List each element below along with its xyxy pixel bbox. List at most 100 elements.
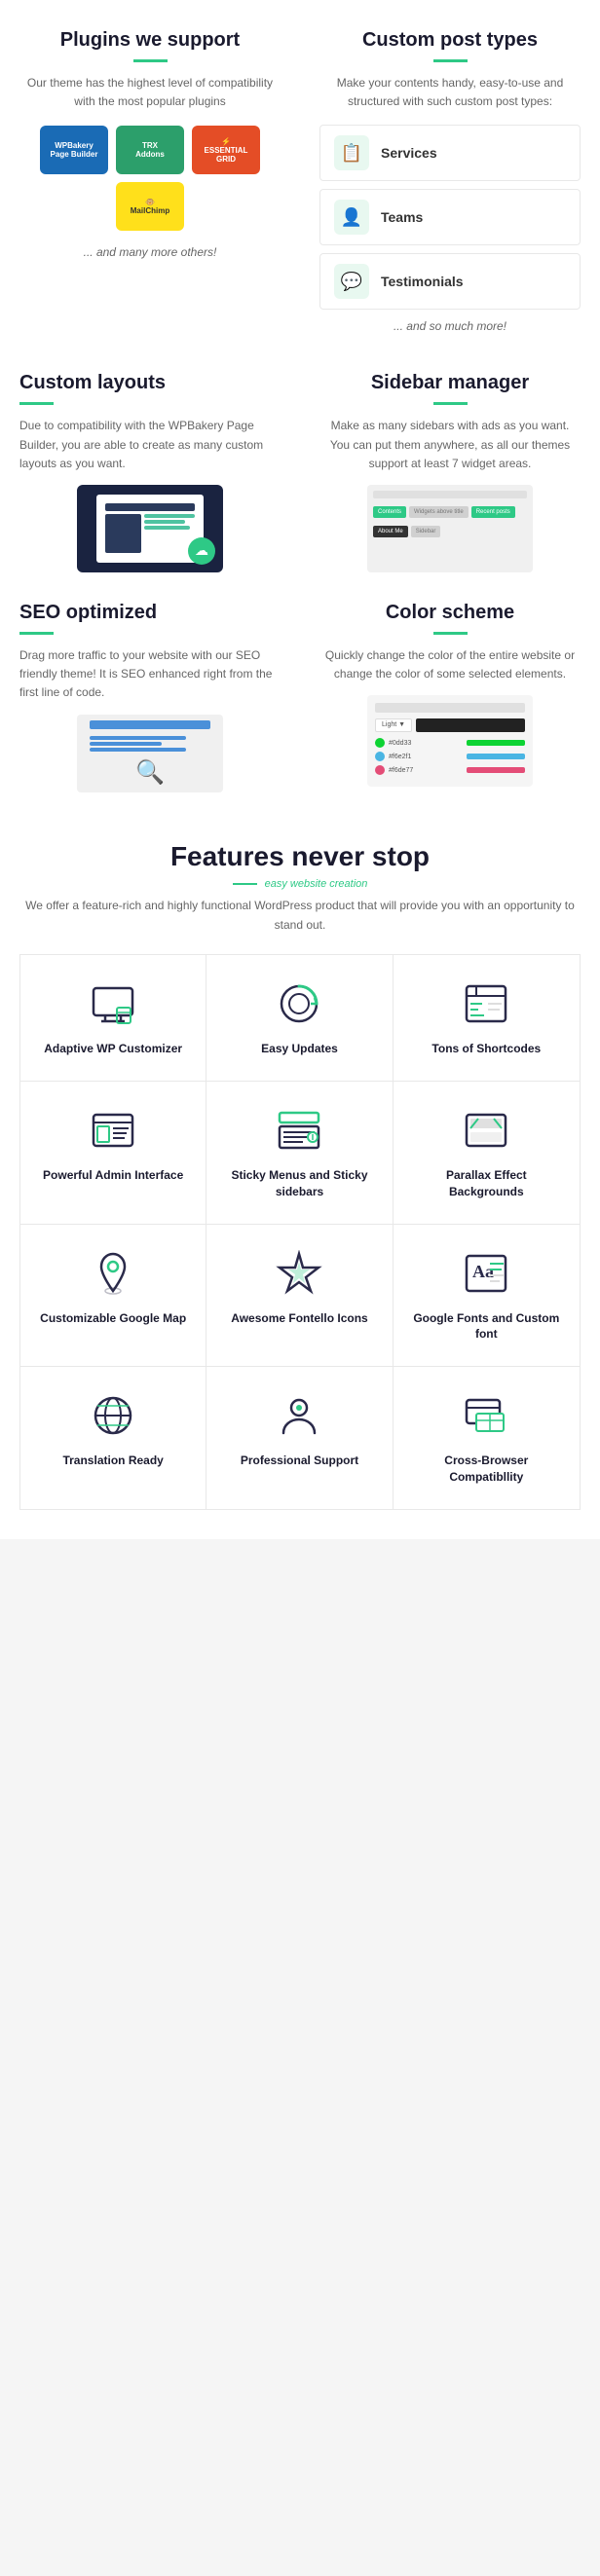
seo-line-2 <box>90 742 163 746</box>
sidebar-row-1: Contents Widgets above title Recent post… <box>373 506 527 518</box>
cpt-icon-teams: 👤 <box>334 200 369 235</box>
layout-content-line-2 <box>144 520 185 524</box>
color-swatch-2: #f6e2f1 <box>375 752 525 761</box>
sidebar-btn-contents: Contents <box>373 506 406 518</box>
seo-lines <box>90 736 210 752</box>
cpt-desc: Make your contents handy, easy-to-use an… <box>319 74 581 111</box>
sidebar-manager-title: Sidebar manager <box>319 372 581 394</box>
plugins-desc: Our theme has the highest level of compa… <box>19 74 281 111</box>
plugin-mailchimp: 🐵MailChimp <box>116 182 184 231</box>
feature-label-fontello: Awesome Fontello Icons <box>222 1310 376 1327</box>
plugins-col: Plugins we support Our theme has the hig… <box>0 29 300 333</box>
feature-label-translation: Translation Ready <box>36 1453 190 1469</box>
sidebar-btn-sidebar: Sidebar <box>411 526 441 537</box>
color-code-3: #f6de77 <box>389 767 463 774</box>
cpt-icon-testimonials: 💬 <box>334 264 369 299</box>
top-section: Plugins we support Our theme has the hig… <box>0 0 600 352</box>
features-desc: We offer a feature-rich and highly funct… <box>19 896 581 936</box>
feature-icon-sticky <box>274 1105 324 1156</box>
layout-line-1 <box>105 503 195 511</box>
custom-layouts-divider <box>19 402 54 405</box>
color-scheme-col: Color scheme Quickly change the color of… <box>300 602 600 792</box>
feature-label-sticky: Sticky Menus and Sticky sidebars <box>222 1167 376 1200</box>
custom-layouts-title: Custom layouts <box>19 372 281 394</box>
plugin-trx: TRXAddons <box>116 126 184 174</box>
feature-translation: Translation Ready <box>20 1367 206 1509</box>
feature-map: Customizable Google Map <box>20 1225 206 1368</box>
feature-icon-adaptive <box>88 978 138 1029</box>
features-subtitle-row: easy website creation <box>19 878 581 890</box>
cpt-label-services: Services <box>381 145 437 161</box>
cpt-item-services: 📋 Services <box>319 125 581 181</box>
color-top-line <box>375 703 525 713</box>
color-swatch-1: #0dd33 <box>375 738 525 748</box>
color-swatch-3: #f6de77 <box>375 765 525 775</box>
color-scheme-title: Color scheme <box>319 602 581 624</box>
seo-title: SEO optimized <box>19 602 281 624</box>
custom-post-types-col: Custom post types Make your contents han… <box>300 29 600 333</box>
feature-parallax: Parallax Effect Backgrounds <box>394 1082 580 1225</box>
plugin-essential: ⚡ESSENTIALGRID <box>192 126 260 174</box>
feature-label-support: Professional Support <box>222 1453 376 1469</box>
color-scheme-divider <box>433 632 468 635</box>
plugins-divider <box>133 59 168 62</box>
seo-divider <box>19 632 54 635</box>
cpt-item-teams: 👤 Teams <box>319 189 581 245</box>
cpt-title: Custom post types <box>319 29 581 52</box>
sidebar-btn-recent: Recent posts <box>471 506 515 518</box>
feature-icon-support <box>274 1390 324 1441</box>
color-dot-3 <box>375 765 385 775</box>
sidebar-manager-col: Sidebar manager Make as many sidebars wi… <box>300 372 600 572</box>
plugins-title: Plugins we support <box>19 29 281 52</box>
seo-line-1 <box>90 736 186 740</box>
layout-content-line-3 <box>144 526 190 530</box>
mid-section: Custom layouts Due to compatibility with… <box>0 352 600 592</box>
feature-shortcodes: Tons of Shortcodes <box>394 955 580 1082</box>
color-code-2: #f6e2f1 <box>389 754 463 760</box>
layout-wp-icon: ☁ <box>188 537 215 565</box>
sidebar-manager-divider <box>433 402 468 405</box>
features-title: Features never stop <box>19 841 581 872</box>
color-code-1: #0dd33 <box>389 740 463 747</box>
custom-layouts-desc: Due to compatibility with the WPBakery P… <box>19 417 281 473</box>
feature-label-admin: Powerful Admin Interface <box>36 1167 190 1184</box>
lower-section: SEO optimized Drag more traffic to your … <box>0 592 600 812</box>
color-dot-1 <box>375 738 385 748</box>
feature-adaptive-wp: Adaptive WP Customizer <box>20 955 206 1082</box>
feature-icon-shortcodes <box>461 978 511 1029</box>
cpt-icon-services: 📋 <box>334 135 369 170</box>
sidebar-manager-desc: Make as many sidebars with ads as you wa… <box>319 417 581 473</box>
plugin-wpbakery: WPBakeryPage Builder <box>40 126 108 174</box>
feature-admin: Powerful Admin Interface <box>20 1082 206 1225</box>
feature-icon-updates <box>274 978 324 1029</box>
features-grid: Adaptive WP Customizer Easy Updates <box>19 954 581 1510</box>
color-select-light[interactable]: Light ▼ <box>375 718 412 732</box>
cpt-item-testimonials: 💬 Testimonials <box>319 253 581 310</box>
layout-line-group <box>105 514 195 553</box>
color-dark-bar <box>416 718 525 732</box>
seo-magnify-icon: 🔍 <box>135 758 165 787</box>
plugins-grid: WPBakeryPage Builder TRXAddons ⚡ESSENTIA… <box>19 126 281 231</box>
color-bar-1 <box>467 740 525 746</box>
feature-sticky: Sticky Menus and Sticky sidebars <box>206 1082 393 1225</box>
layout-content <box>144 514 195 553</box>
cpt-list: 📋 Services 👤 Teams 💬 Testimonials <box>319 125 581 310</box>
sidebar-row-2: About Me Sidebar <box>373 526 527 537</box>
seo-line-3 <box>90 748 186 752</box>
sidebar-top-bar <box>373 491 527 498</box>
feature-label-browser: Cross-Browser Compatibllity <box>409 1453 564 1486</box>
layout-lines <box>100 498 200 558</box>
page-wrapper: Plugins we support Our theme has the hig… <box>0 0 600 1539</box>
feature-icon-translation <box>88 1390 138 1441</box>
color-bar-2 <box>467 754 525 759</box>
seo-image: 🔍 <box>77 715 223 792</box>
plugins-and-more: ... and many more others! <box>19 245 281 259</box>
feature-icon-browser <box>461 1390 511 1441</box>
feature-label-fonts: Google Fonts and Custom font <box>409 1310 564 1343</box>
cpt-label-testimonials: Testimonials <box>381 274 464 289</box>
feature-label-adaptive: Adaptive WP Customizer <box>36 1041 190 1057</box>
feature-fonts: Aa Google Fonts and Custom font <box>394 1225 580 1368</box>
color-top-bar: Light ▼ <box>375 718 525 732</box>
seo-inner: 🔍 <box>77 715 223 792</box>
layout-sidebar <box>105 514 141 553</box>
